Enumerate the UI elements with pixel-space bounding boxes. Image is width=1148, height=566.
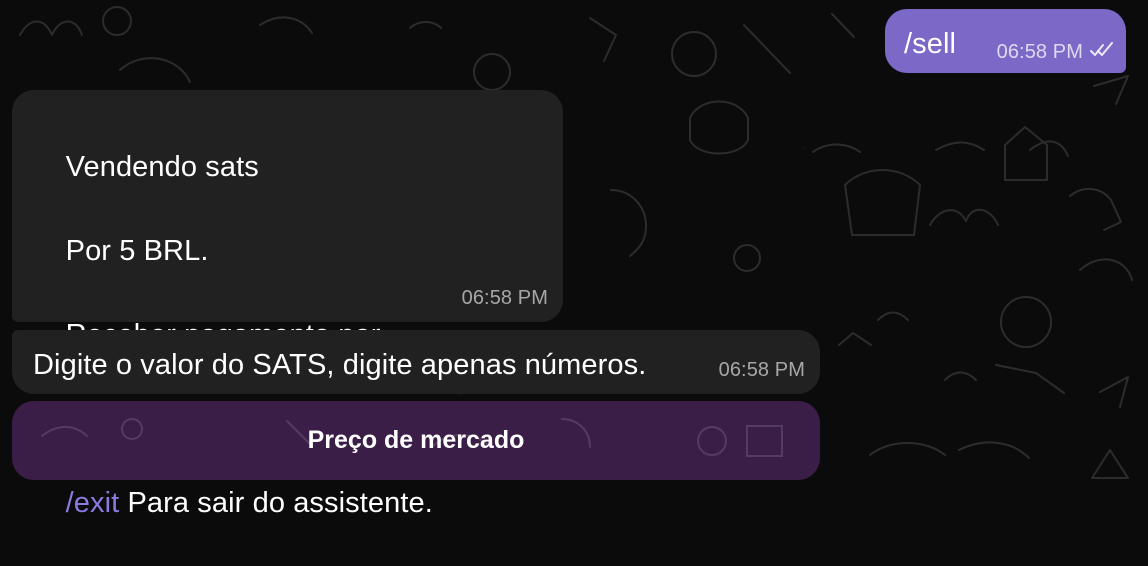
market-price-button[interactable]: Preço de mercado xyxy=(12,401,820,480)
incoming-message-time: 06:58 PM xyxy=(461,287,548,309)
outgoing-message-text: /sell xyxy=(904,28,957,60)
outgoing-message-time: 06:58 PM xyxy=(996,41,1083,63)
double-check-icon xyxy=(1090,40,1114,64)
market-price-button-label: Preço de mercado xyxy=(307,426,525,454)
incoming-message-time: 06:58 PM xyxy=(718,359,805,381)
incoming-message-text: Digite o valor do SATS, digite apenas nú… xyxy=(33,349,647,381)
message-line: Por 5 BRL. xyxy=(65,235,209,267)
exit-command-link[interactable]: /exit xyxy=(66,487,120,519)
outgoing-message[interactable]: /sell 06:58 PM xyxy=(885,9,1126,73)
message-line: Vendendo sats xyxy=(65,151,259,183)
incoming-message[interactable]: Vendendo sats Por 5 BRL. Receber pagamen… xyxy=(12,90,563,519)
outgoing-message-meta: 06:58 PM xyxy=(997,40,1114,64)
exit-command-description: Para sair do assistente. xyxy=(119,487,433,519)
incoming-message[interactable]: Digite o valor do SATS, digite apenas nú… xyxy=(12,330,820,394)
